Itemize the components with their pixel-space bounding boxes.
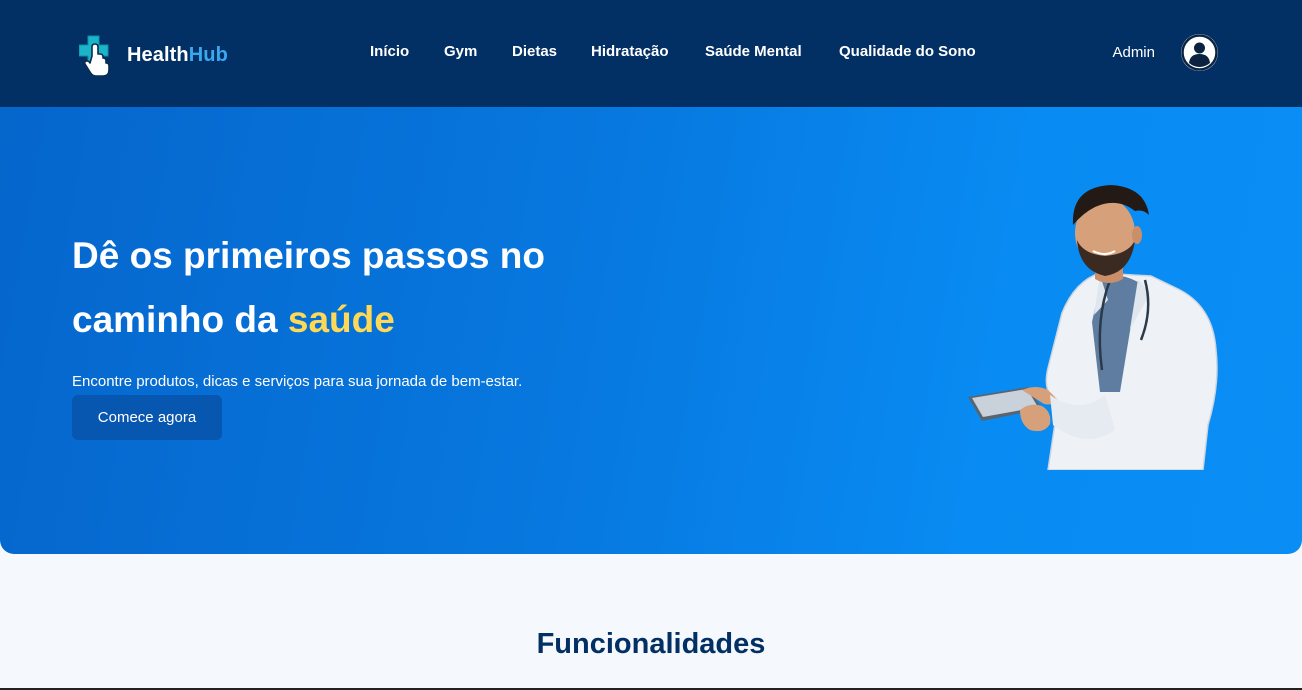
user-name: Admin xyxy=(1112,44,1155,61)
features-title: Funcionalidades xyxy=(536,628,766,660)
hero-title: Dê os primeiros passos no caminho da saú… xyxy=(72,224,632,352)
user-menu[interactable]: Admin xyxy=(1112,34,1218,71)
nav-item-inicio[interactable]: Início xyxy=(370,43,409,60)
nav-item-saude-mental[interactable]: Saúde Mental xyxy=(705,43,802,60)
start-now-button[interactable]: Comece agora xyxy=(72,395,222,440)
nav-item-dietas[interactable]: Dietas xyxy=(512,43,557,60)
hero-title-line1: Dê os primeiros passos no xyxy=(72,235,545,276)
nav-item-gym[interactable]: Gym xyxy=(444,43,477,60)
top-navbar: HealthHub Início Gym Dietas Hidratação S… xyxy=(0,0,1302,107)
hero-subtitle: Encontre produtos, dicas e serviços para… xyxy=(72,373,523,390)
page: HealthHub Início Gym Dietas Hidratação S… xyxy=(0,0,1302,690)
nav-item-hidratacao[interactable]: Hidratação xyxy=(591,43,669,60)
user-avatar-icon[interactable] xyxy=(1181,34,1218,71)
main-nav: Início Gym Dietas Hidratação Saúde Menta… xyxy=(0,43,1302,63)
hero-title-line2: caminho da xyxy=(72,299,288,340)
hero-section: Dê os primeiros passos no caminho da saú… xyxy=(0,107,1302,554)
doctor-with-tablet-illustration xyxy=(960,185,1230,471)
hero-title-highlight: saúde xyxy=(287,299,395,340)
nav-item-qualidade-do-sono[interactable]: Qualidade do Sono xyxy=(839,43,976,60)
